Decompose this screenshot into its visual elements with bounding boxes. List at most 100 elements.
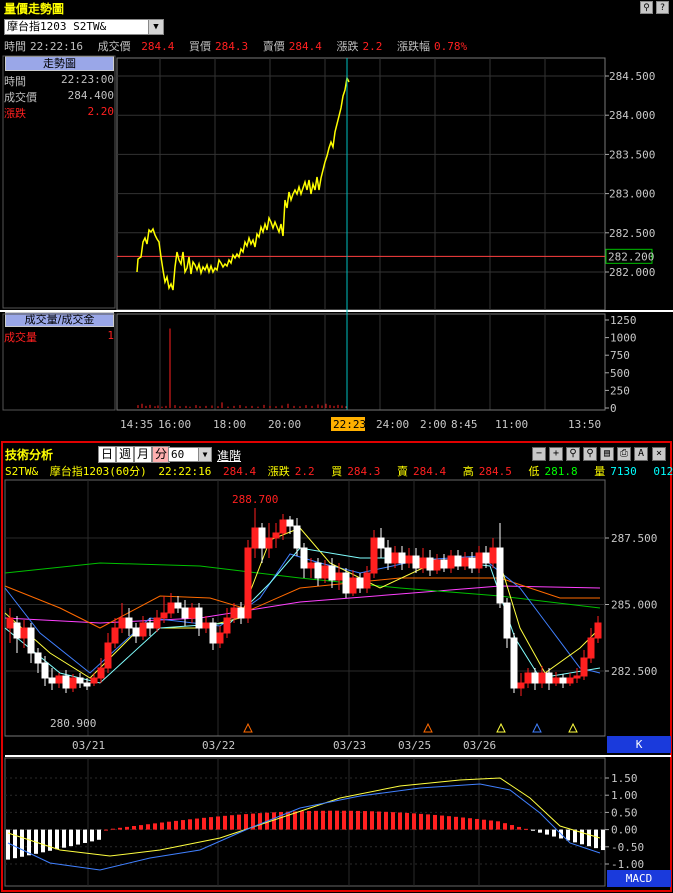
- candle-48: [342, 572, 350, 594]
- candle-3: [27, 627, 35, 654]
- macd-bar-74: [524, 828, 528, 830]
- period-tab-1[interactable]: 週: [116, 446, 135, 463]
- candle-67: [475, 552, 483, 569]
- candle-36: [258, 527, 266, 549]
- macd-bar-10: [76, 829, 80, 845]
- tech-volume: 7130: [610, 465, 637, 478]
- candle-41: [293, 525, 301, 549]
- time-tick-label: 22:23: [333, 418, 366, 431]
- macd-pane-frame: [4, 757, 606, 887]
- candle-59: [419, 557, 427, 569]
- candle-39: [279, 519, 287, 534]
- macd-bar-55: [391, 812, 395, 830]
- period-tab-0[interactable]: 日: [98, 446, 117, 463]
- date-tick-label: 03/25: [398, 739, 431, 752]
- candle-10: [76, 677, 84, 684]
- candle-17: [125, 617, 133, 629]
- moving-average-line-1: [4, 562, 601, 609]
- tech-last: 284.4: [222, 465, 257, 478]
- candle-66: [468, 557, 476, 569]
- signal-triangle-4: [568, 722, 578, 733]
- candle-74: [524, 672, 532, 684]
- zoom-in-button[interactable]: +: [549, 447, 563, 461]
- volume-tick-label: 250: [610, 384, 630, 397]
- macd-bar-77: [545, 829, 549, 835]
- candle-22: [160, 612, 168, 619]
- tech-volume-label: 量: [594, 465, 606, 478]
- macd-bar-83: [587, 829, 591, 847]
- macd-bar-3: [27, 829, 31, 856]
- tech-ask-label: 賣: [396, 465, 408, 478]
- search-icon[interactable]: ⚲: [640, 1, 653, 14]
- candle-62: [440, 559, 448, 569]
- candle-43: [307, 562, 315, 569]
- macd-bar-48: [342, 810, 346, 830]
- candle-80: [566, 677, 574, 684]
- side-frame: [2, 55, 116, 309]
- macd-bar-25: [181, 820, 185, 830]
- symbol-select[interactable]: 摩台指1203 S2TW& ▼: [4, 19, 164, 35]
- macd-bar-73: [517, 826, 521, 830]
- search-minus-icon[interactable]: ⚲: [566, 447, 580, 461]
- text-icon[interactable]: A: [634, 447, 648, 461]
- candle-64: [454, 555, 462, 567]
- intraday-chart[interactable]: 284.500 284.000 283.500 283.000 282.500 282.0…: [0, 52, 673, 440]
- tech-symbol: S2TW&: [5, 465, 39, 478]
- candle-18: [132, 627, 140, 637]
- tech-low: 281.8: [544, 465, 578, 478]
- candle-51: [363, 572, 371, 589]
- print-icon[interactable]: ⎙: [617, 447, 631, 461]
- macd-bar-11: [83, 829, 87, 843]
- macd-bar-53: [377, 811, 381, 830]
- chevron-down-icon[interactable]: ▼: [148, 20, 163, 34]
- time-tick-label: 16:00: [158, 418, 191, 431]
- candle-33: [237, 607, 245, 619]
- candle-20: [146, 622, 154, 629]
- candle-83: [587, 637, 595, 659]
- chevron-down-icon[interactable]: ▼: [198, 448, 211, 461]
- macd-bar-21: [153, 823, 157, 830]
- macd-bar-23: [167, 821, 171, 830]
- price-line: [136, 75, 350, 291]
- candle-61: [433, 559, 441, 571]
- macd-bar-31: [223, 815, 227, 830]
- save-icon[interactable]: ▤: [600, 447, 614, 461]
- tech-change: 2.2: [294, 465, 315, 478]
- candlestick-chart[interactable]: 287.500 285.000 282.500 288.700 280.900 03/21…: [0, 478, 673, 890]
- kline-label[interactable]: K: [607, 736, 671, 753]
- kline-pane-frame: [4, 479, 606, 737]
- macd-bar-57: [405, 812, 409, 830]
- zoom-out-button[interactable]: −: [532, 447, 546, 461]
- candle-12: [90, 677, 98, 684]
- advanced-link[interactable]: 進階: [217, 447, 241, 464]
- price-tick-label: 283.000: [609, 188, 655, 201]
- volume-pane-frame: [116, 313, 606, 411]
- period-select[interactable]: 60 ▼: [168, 447, 212, 462]
- search-plus-icon[interactable]: ⚲: [583, 447, 597, 461]
- moving-average-line-2: [4, 577, 600, 629]
- candle-9: [69, 677, 77, 689]
- time-tick-label: 14:35: [120, 418, 153, 431]
- macd-bar-65: [461, 817, 465, 830]
- close-icon[interactable]: ×: [652, 447, 666, 461]
- high-marker-label: 288.700: [232, 493, 278, 506]
- window-title-bar: 量價走勢圖 ⚲ ?: [0, 0, 673, 16]
- macd-bar-49: [349, 810, 353, 830]
- candle-60: [426, 557, 434, 571]
- period-tab-2[interactable]: 月: [134, 446, 153, 463]
- price-tick-label: 282.500: [611, 665, 657, 678]
- macd-bar-75: [531, 829, 535, 831]
- macd-bar-60: [426, 814, 430, 830]
- candle-81: [573, 675, 581, 679]
- help-icon[interactable]: ?: [656, 1, 669, 14]
- macd-label[interactable]: MACD: [607, 870, 671, 887]
- macd-bar-50: [356, 810, 360, 830]
- time-tick-label: 18:00: [213, 418, 246, 431]
- candle-0: [6, 617, 14, 629]
- macd-bar-67: [475, 818, 479, 830]
- price-tick-label: 283.500: [609, 148, 655, 161]
- macd-bar-15: [111, 828, 115, 830]
- tech-bid-label: 買: [331, 465, 343, 478]
- candle-6: [48, 677, 56, 684]
- candle-50: [356, 577, 364, 589]
